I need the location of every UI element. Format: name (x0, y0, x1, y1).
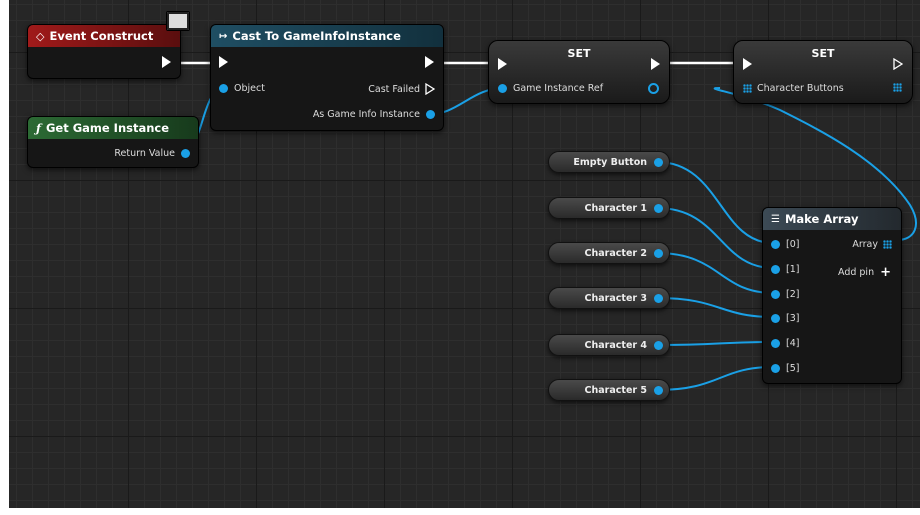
plus-icon: + (880, 265, 891, 280)
character-4-variable[interactable]: Character 4 (548, 334, 670, 356)
array-input-label: [1] (786, 264, 800, 275)
character-5-variable[interactable]: Character 5 (548, 379, 670, 401)
as-game-info-instance-pin[interactable]: As Game Info Instance (313, 109, 435, 120)
cast-failed-pin[interactable]: Cast Failed (368, 83, 435, 95)
variable-output-pin[interactable] (654, 249, 663, 258)
array-icon (893, 83, 902, 92)
return-value-pin[interactable]: Return Value (114, 148, 190, 159)
make-array-icon: ☰ (771, 213, 780, 225)
as-game-info-instance-label: As Game Info Instance (312, 109, 420, 120)
array-input-pin-0[interactable]: [0] (771, 239, 799, 250)
empty-button-variable[interactable]: Empty Button (548, 151, 670, 173)
game-instance-ref-output-pin[interactable] (648, 83, 659, 94)
variable-label: Character 1 (584, 202, 647, 214)
cast-failed-label: Cast Failed (368, 83, 420, 95)
return-value-label: Return Value (114, 148, 175, 159)
add-pin-label: Add pin (837, 267, 875, 278)
add-pin-button[interactable]: Add pin + (838, 265, 891, 280)
cast-exec-input-pin[interactable] (219, 56, 228, 68)
variable-output-pin[interactable] (654, 386, 663, 395)
character-1-variable[interactable]: Character 1 (548, 197, 670, 219)
variable-output-pin[interactable] (654, 294, 663, 303)
variable-output-pin[interactable] (654, 204, 663, 213)
monitor-icon (166, 11, 190, 31)
array-input-label: [4] (786, 338, 800, 349)
array-output-pin[interactable]: Array (852, 239, 892, 250)
array-input-pin-3[interactable]: [3] (771, 313, 799, 324)
character-buttons-output-pin[interactable] (893, 83, 902, 92)
event-icon: ◇ (36, 29, 45, 43)
cast-node[interactable]: ↦ Cast To GameInfoInstance Object Cast F… (210, 24, 444, 131)
event-construct-node[interactable]: ◇ Event Construct (27, 11, 190, 79)
array-input-pin-2[interactable]: [2] (771, 289, 799, 300)
set2-exec-input-pin[interactable] (743, 58, 752, 70)
array-input-pin-4[interactable]: [4] (771, 338, 799, 349)
array-input-pin-5[interactable]: [5] (771, 363, 799, 374)
get-game-instance-title: Get Game Instance (45, 121, 170, 135)
exec-output-pin[interactable] (162, 56, 171, 68)
array-input-pin-1[interactable]: [1] (771, 264, 799, 275)
array-icon (883, 240, 892, 249)
exec-outline-icon (425, 83, 435, 95)
make-array-node[interactable]: ☰ Make Array Array Add pin + [0] [1] [2] … (762, 207, 902, 384)
event-construct-header: ◇ Event Construct (28, 25, 180, 47)
cast-title: Cast To GameInfoInstance (232, 29, 401, 43)
set-game-instance-ref-node[interactable]: SET Game Instance Ref (488, 40, 670, 104)
array-input-label: [0] (786, 239, 800, 250)
get-game-instance-node[interactable]: ƒ Get Game Instance Return Value (27, 116, 199, 168)
object-label: Object (234, 83, 265, 94)
make-array-title: Make Array (784, 212, 859, 226)
cast-header: ↦ Cast To GameInfoInstance (211, 25, 443, 47)
game-instance-ref-label: Game Instance Ref (513, 83, 604, 94)
array-icon (743, 84, 752, 93)
set2-exec-output-pin[interactable] (893, 58, 903, 70)
variable-label: Character 3 (584, 292, 647, 304)
set1-exec-input-pin[interactable] (498, 58, 507, 70)
character-3-variable[interactable]: Character 3 (548, 287, 670, 309)
array-input-label: [3] (786, 313, 800, 324)
set-title: SET (567, 47, 591, 60)
array-label: Array (852, 239, 878, 250)
character-buttons-input-pin[interactable]: Character Buttons (743, 83, 844, 94)
set-title: SET (811, 47, 835, 60)
cast-exec-output-pin[interactable] (425, 56, 434, 68)
event-construct-title: Event Construct (49, 29, 154, 43)
variable-label: Character 2 (584, 247, 647, 259)
object-input-pin[interactable]: Object (219, 83, 265, 94)
make-array-header: ☰ Make Array (763, 208, 901, 230)
function-icon: ƒ (36, 121, 41, 135)
variable-output-pin[interactable] (654, 158, 663, 167)
array-input-label: [5] (786, 363, 800, 374)
variable-label: Empty Button (573, 156, 647, 168)
character-2-variable[interactable]: Character 2 (548, 242, 670, 264)
variable-label: Character 4 (584, 339, 647, 351)
array-input-label: [2] (786, 289, 800, 300)
variable-output-pin[interactable] (654, 341, 663, 350)
exec-outline-icon (893, 58, 903, 70)
character-buttons-label: Character Buttons (757, 83, 844, 94)
get-game-instance-header: ƒ Get Game Instance (28, 117, 198, 139)
set1-exec-output-pin[interactable] (651, 58, 660, 70)
set-character-buttons-node[interactable]: SET Character Buttons (733, 40, 913, 104)
game-instance-ref-input-pin[interactable]: Game Instance Ref (498, 83, 603, 94)
variable-label: Character 5 (584, 384, 647, 396)
cast-icon: ↦ (219, 30, 228, 42)
